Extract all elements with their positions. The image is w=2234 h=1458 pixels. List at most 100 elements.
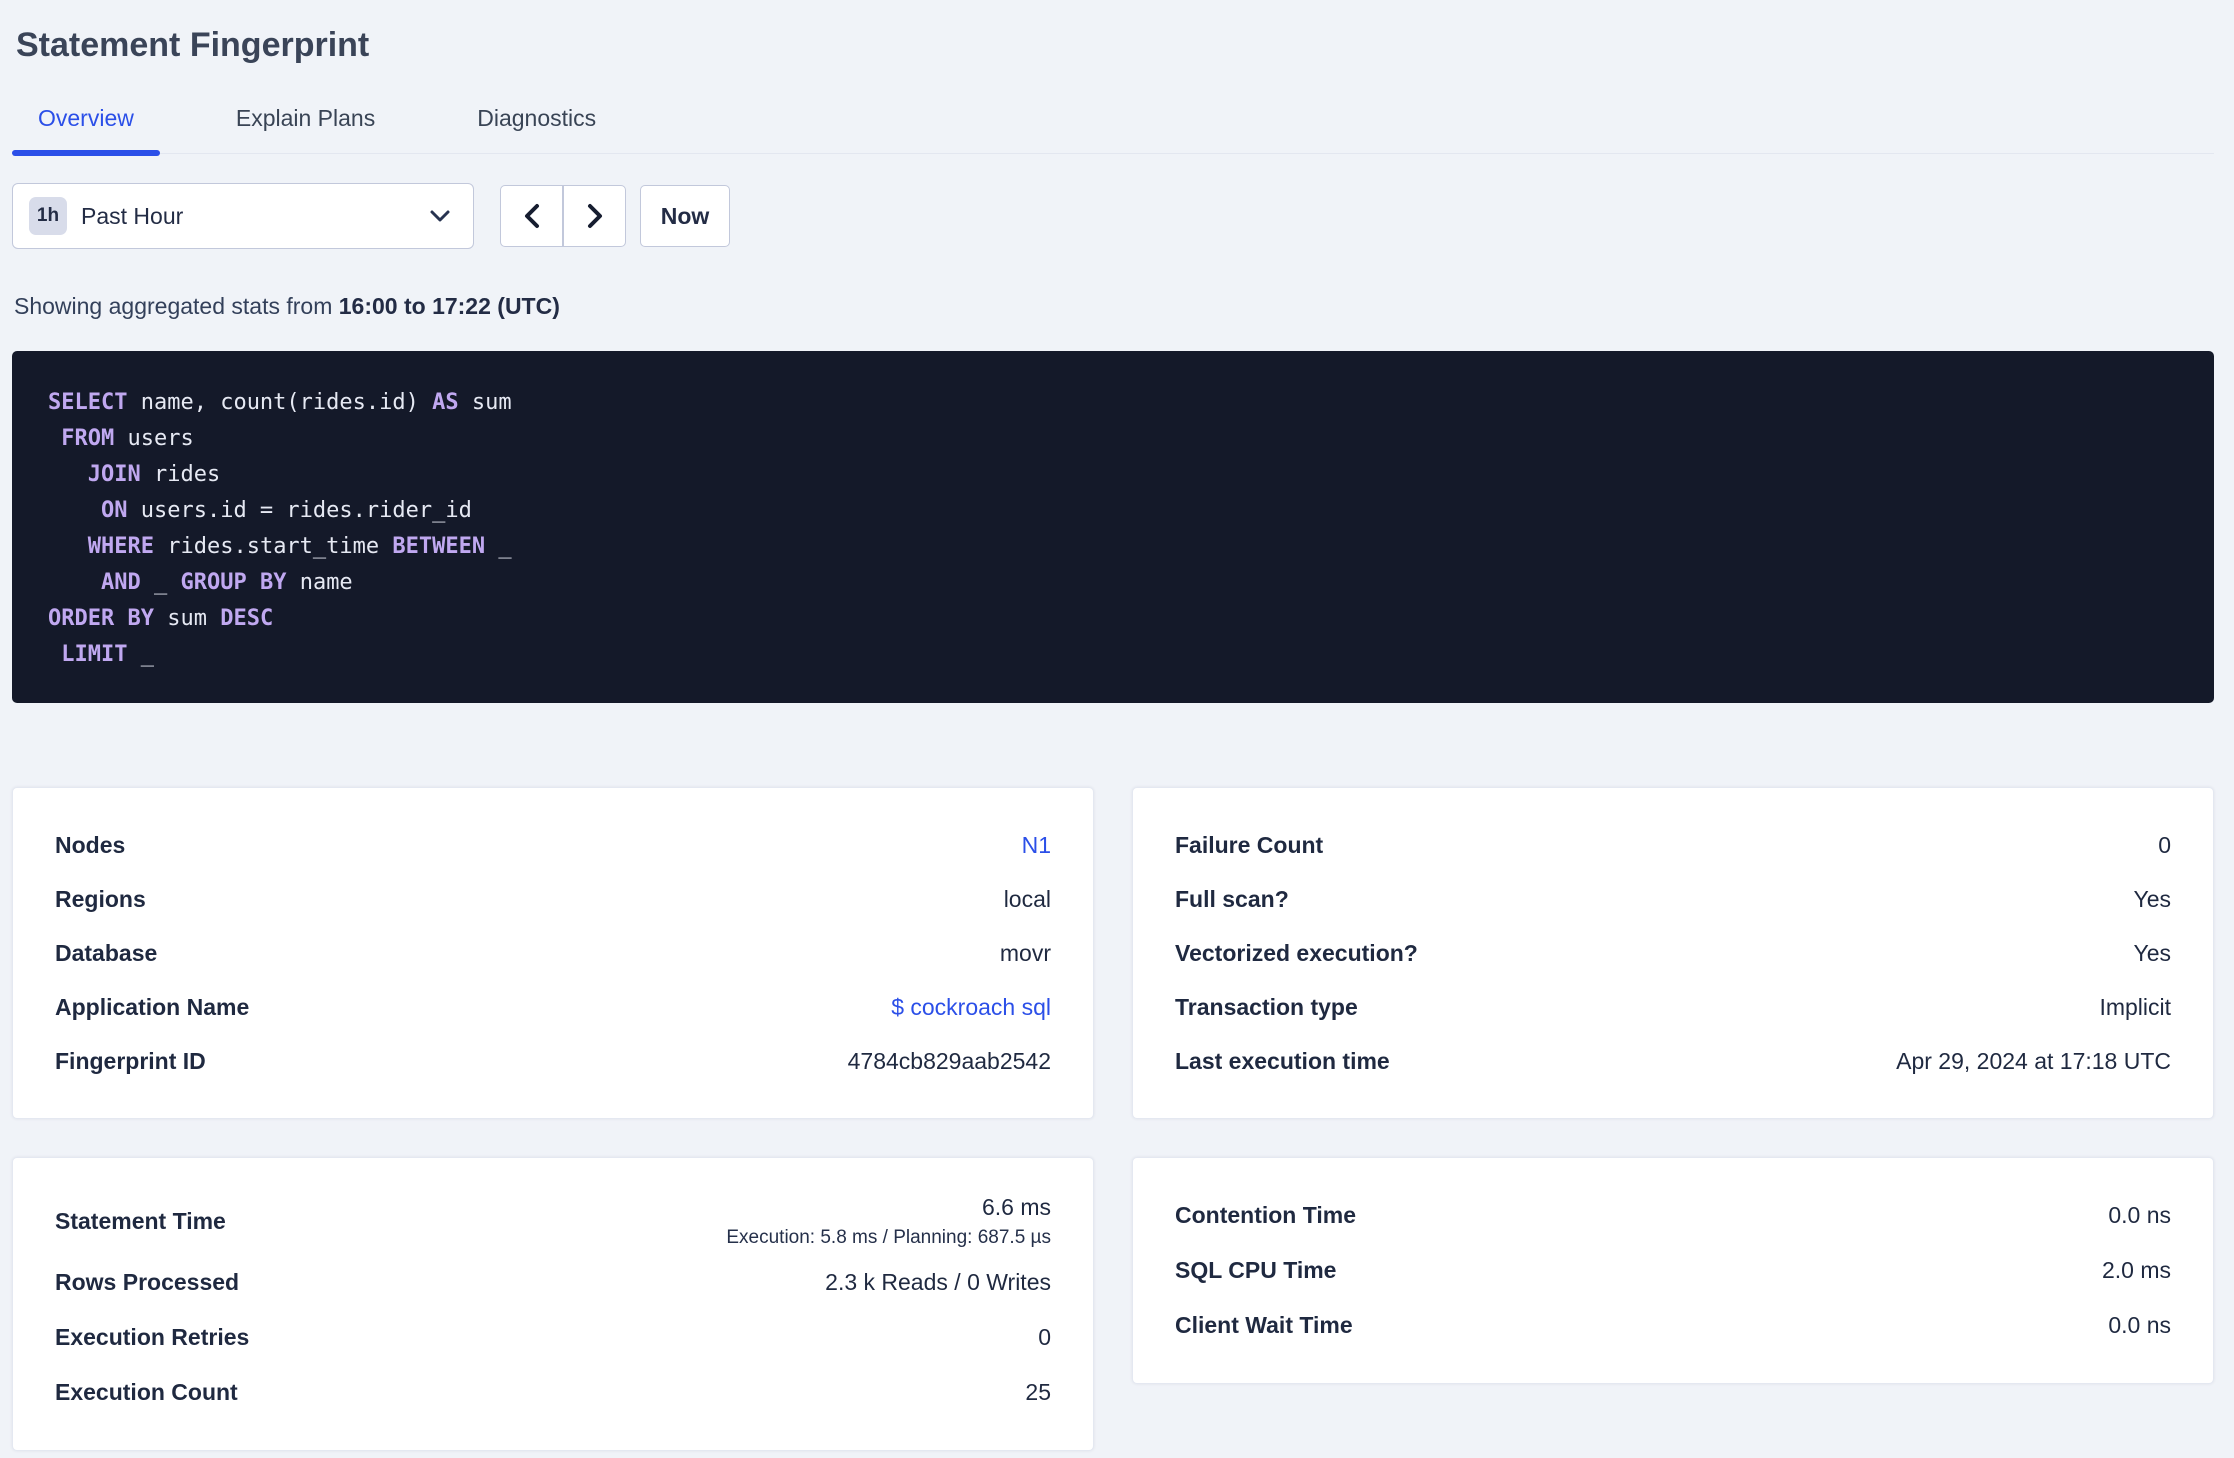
stat-row: Database movr bbox=[55, 926, 1051, 980]
stat-row: Failure Count 0 bbox=[1175, 818, 2171, 872]
stat-value-wrap: 6.6 ms Execution: 5.8 ms / Planning: 687.… bbox=[726, 1188, 1051, 1255]
time-prev-button[interactable] bbox=[500, 185, 563, 247]
stat-row: Application Name $ cockroach sql bbox=[55, 980, 1051, 1034]
stat-label: Database bbox=[55, 939, 158, 966]
stat-value: 0 bbox=[2158, 831, 2171, 858]
sql-keyword-token: ON bbox=[100, 498, 128, 523]
tab-bar: Overview Explain Plans Diagnostics bbox=[12, 104, 2214, 156]
stat-value-wrap: 25 bbox=[1025, 1373, 1051, 1412]
stat-label: Transaction type bbox=[1175, 993, 1358, 1020]
stat-value: 2.3 k Reads / 0 Writes bbox=[825, 1269, 1051, 1295]
stat-label: Full scan? bbox=[1175, 885, 1289, 912]
sql-text-token bbox=[48, 570, 101, 595]
sql-keyword-token: BETWEEN bbox=[392, 534, 486, 559]
stat-value: 2.0 ms bbox=[2101, 1257, 2171, 1283]
stat-label: Last execution time bbox=[1175, 1047, 1390, 1074]
stat-value: Yes bbox=[2133, 939, 2171, 966]
sql-text-token: name, count(rides.id) bbox=[127, 390, 433, 415]
stat-value-link[interactable]: $ cockroach sql bbox=[891, 994, 1051, 1021]
aggregated-stats-range: 16:00 to 17:22 (UTC) bbox=[338, 293, 560, 319]
stat-value-wrap: 0 bbox=[2158, 826, 2171, 865]
sql-line: FROM users bbox=[48, 421, 2178, 457]
sql-text-token: rides bbox=[140, 462, 221, 487]
sql-keyword-token: FROM bbox=[61, 426, 115, 451]
sql-keyword-token: AND bbox=[100, 570, 141, 595]
page-title: Statement Fingerprint bbox=[16, 26, 370, 64]
stat-value: Apr 29, 2024 at 17:18 UTC bbox=[1896, 1047, 2171, 1074]
time-next-button[interactable] bbox=[563, 185, 626, 247]
chevron-left-icon bbox=[524, 203, 540, 229]
tab-explain-plans-label: Explain Plans bbox=[235, 105, 376, 131]
tab-diagnostics[interactable]: Diagnostics bbox=[451, 104, 622, 153]
stat-value-wrap: 0.0 ns bbox=[2108, 1196, 2171, 1235]
stat-value-wrap: movr bbox=[1000, 934, 1051, 973]
stat-value-wrap: Yes bbox=[2133, 934, 2171, 973]
stat-value-wrap: 2.3 k Reads / 0 Writes bbox=[825, 1263, 1051, 1302]
tab-overview-label: Overview bbox=[38, 105, 134, 131]
sql-line: LIMIT _ bbox=[48, 637, 2178, 673]
sql-text-token bbox=[48, 462, 88, 487]
sql-text-token bbox=[48, 642, 61, 667]
stat-label: Regions bbox=[55, 885, 146, 912]
statement-time-card: Statement Time 6.6 ms Execution: 5.8 ms / … bbox=[12, 1157, 1094, 1451]
sql-keyword-token: SELECT bbox=[48, 390, 128, 415]
sql-line: ORDER BY sum DESC bbox=[48, 601, 2178, 637]
sql-line: AND _ GROUP BY name bbox=[48, 565, 2178, 601]
stat-label: Contention Time bbox=[1175, 1202, 1357, 1228]
statement-details-card: Nodes N1 Regions local Database movr Applicati… bbox=[12, 787, 1094, 1119]
stat-value-wrap: 0.0 ns bbox=[2108, 1306, 2171, 1345]
time-range-label: Past Hour bbox=[81, 202, 184, 229]
tab-explain-plans[interactable]: Explain Plans bbox=[210, 104, 401, 153]
stat-row: Execution Retries 0 bbox=[55, 1310, 1051, 1365]
stat-value-wrap: Apr 29, 2024 at 17:18 UTC bbox=[1896, 1042, 2171, 1081]
stat-value: 25 bbox=[1025, 1379, 1051, 1405]
sql-text-token bbox=[48, 498, 101, 523]
stat-label: Execution Retries bbox=[55, 1324, 250, 1350]
sql-line: ON users.id = rides.rider_id bbox=[48, 493, 2178, 529]
stat-value-wrap: $ cockroach sql bbox=[891, 988, 1051, 1027]
execution-attributes-card: Failure Count 0 Full scan? Yes Vectorized ex… bbox=[1132, 787, 2214, 1119]
stat-row: Execution Count 25 bbox=[55, 1365, 1051, 1420]
sql-line: SELECT name, count(rides.id) AS sum bbox=[48, 385, 2178, 421]
chevron-down-icon bbox=[429, 209, 451, 223]
stat-value: 6.6 ms bbox=[981, 1194, 1051, 1220]
stat-value: movr bbox=[999, 939, 1051, 966]
stat-row: Regions local bbox=[55, 872, 1051, 926]
sql-text-token: rides.start_time bbox=[153, 534, 393, 559]
stat-value-link[interactable]: N1 bbox=[1022, 832, 1051, 859]
stat-row: Last execution time Apr 29, 2024 at 17:18… bbox=[1175, 1034, 2171, 1088]
stat-label: Rows Processed bbox=[55, 1269, 240, 1295]
stat-label: Nodes bbox=[55, 831, 126, 858]
stat-label: Client Wait Time bbox=[1175, 1312, 1353, 1338]
stat-label: Vectorized execution? bbox=[1175, 939, 1418, 966]
stat-label: Application Name bbox=[55, 993, 250, 1020]
stat-label: Fingerprint ID bbox=[55, 1047, 206, 1074]
stat-subvalue: Execution: 5.8 ms / Planning: 687.5 µs bbox=[726, 1227, 1051, 1248]
stat-value: 0.0 ns bbox=[2108, 1202, 2171, 1228]
stat-row: Vectorized execution? Yes bbox=[1175, 926, 2171, 980]
time-range-toolbar: 1h Past Hour Now bbox=[12, 183, 2214, 249]
sql-text-token: _ bbox=[485, 534, 512, 559]
wait-time-card: Contention Time 0.0 ns SQL CPU Time 2.0 ms C… bbox=[1132, 1157, 2214, 1384]
sql-line: WHERE rides.start_time BETWEEN _ bbox=[48, 529, 2178, 565]
aggregated-stats-summary: Showing aggregated stats from 16:00 to 1… bbox=[14, 293, 2214, 320]
time-range-badge: 1h bbox=[29, 197, 67, 235]
stat-row: SQL CPU Time 2.0 ms bbox=[1175, 1243, 2171, 1298]
stat-label: Statement Time bbox=[55, 1208, 226, 1234]
stat-value: 4784cb829aab2542 bbox=[847, 1047, 1051, 1074]
time-nav-buttons bbox=[500, 185, 626, 247]
sql-keyword-token: DESC bbox=[220, 606, 274, 631]
sql-text-token: _ bbox=[140, 570, 181, 595]
aggregated-stats-prefix: Showing aggregated stats from bbox=[14, 293, 339, 319]
stat-value-wrap: 0 bbox=[1038, 1318, 1051, 1357]
stat-row: Rows Processed 2.3 k Reads / 0 Writes bbox=[55, 1255, 1051, 1310]
now-button[interactable]: Now bbox=[640, 185, 730, 247]
sql-text-token: users bbox=[114, 426, 194, 451]
tab-overview[interactable]: Overview bbox=[12, 104, 160, 156]
stat-value: Yes bbox=[2133, 885, 2171, 912]
time-range-dropdown[interactable]: 1h Past Hour bbox=[12, 183, 474, 249]
stat-value: local bbox=[1003, 885, 1051, 912]
sql-line: JOIN rides bbox=[48, 457, 2178, 493]
sql-statement-box: SELECT name, count(rides.id) AS sum FROM… bbox=[12, 351, 2214, 703]
sql-text-token: users.id = rides.rider_id bbox=[127, 498, 472, 523]
